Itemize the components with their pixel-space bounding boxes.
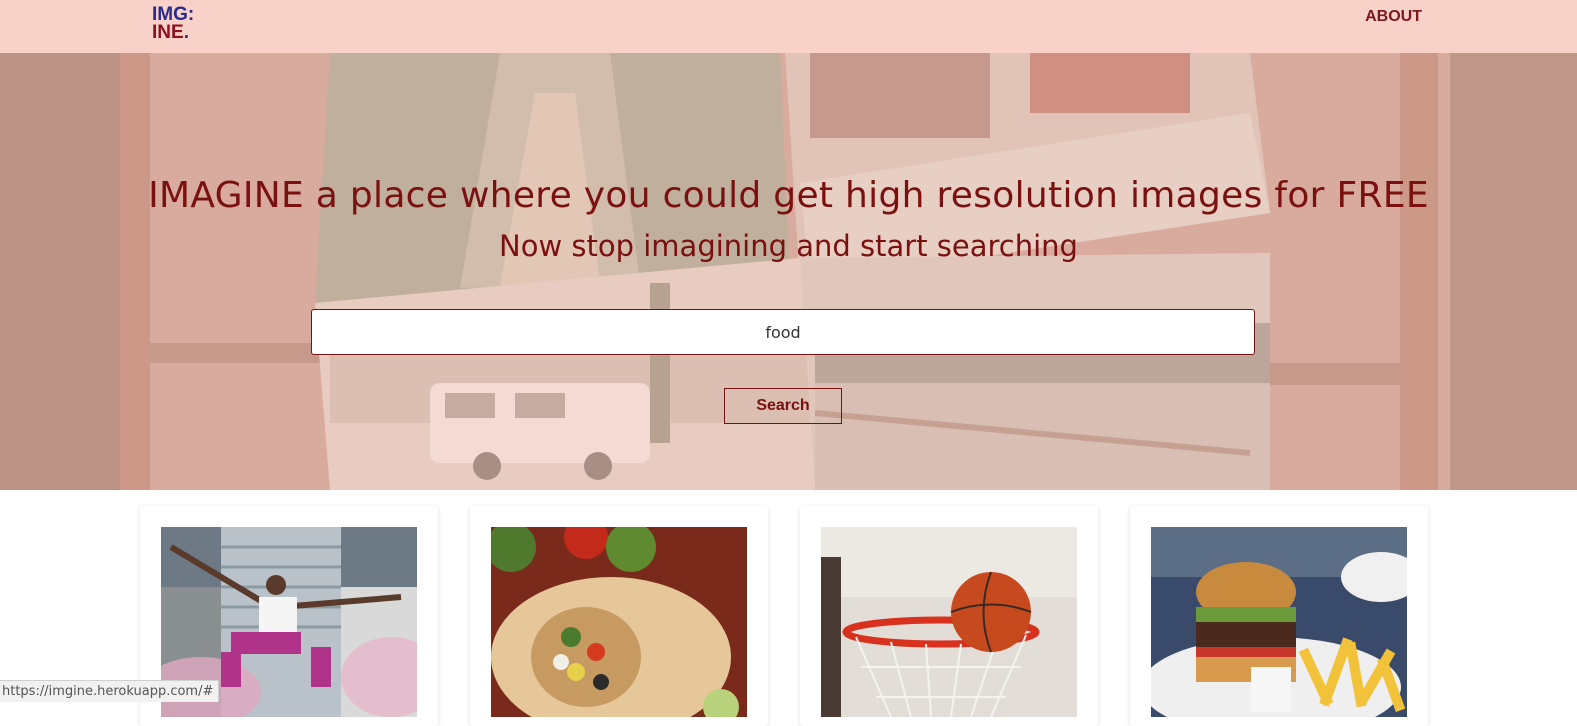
result-card[interactable] bbox=[470, 506, 768, 726]
burger-fries-image[interactable] bbox=[1151, 527, 1407, 717]
search-input[interactable] bbox=[311, 309, 1255, 355]
result-card[interactable] bbox=[800, 506, 1098, 726]
basketball-hoop-image[interactable] bbox=[821, 527, 1077, 717]
hero-overlay bbox=[0, 53, 1577, 490]
hero-headline: IMAGINE a place where you could get high… bbox=[148, 175, 1429, 216]
hero-section: IMAGINE a place where you could get high… bbox=[0, 53, 1577, 490]
navbar: IMG: INE. ABOUT bbox=[0, 0, 1577, 53]
browser-status-bar: https://imgine.herokuapp.com/# bbox=[0, 680, 220, 702]
hero-subheadline: Now stop imagining and start searching bbox=[499, 229, 1078, 263]
burrito-image[interactable] bbox=[491, 527, 747, 717]
logo-line-2: INE. bbox=[152, 22, 189, 43]
result-card[interactable] bbox=[1130, 506, 1428, 726]
search-button[interactable]: Search bbox=[724, 388, 842, 424]
site-logo[interactable]: IMG: INE. bbox=[152, 5, 208, 46]
results-grid bbox=[0, 490, 1577, 726]
about-link[interactable]: ABOUT bbox=[1365, 8, 1422, 26]
